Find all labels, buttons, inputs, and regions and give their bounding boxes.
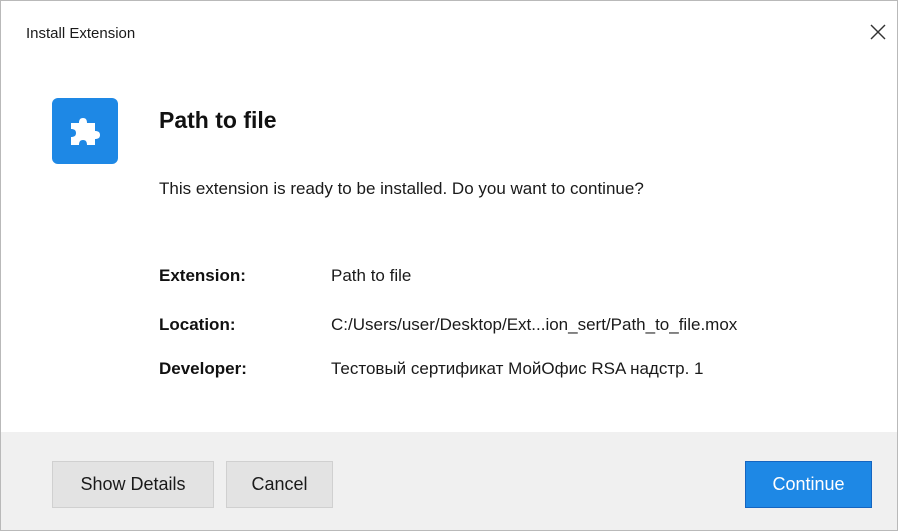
puzzle-piece-icon — [71, 118, 100, 145]
cancel-button[interactable]: Cancel — [226, 461, 333, 508]
developer-label: Developer: — [159, 359, 247, 378]
title-bar: Install Extension — [1, 1, 897, 63]
location-value: C:/Users/user/Desktop/Ext...ion_sert/Pat… — [331, 315, 738, 334]
location-label: Location: — [159, 315, 236, 334]
extension-value: Path to file — [331, 266, 412, 285]
extension-name: Path to file — [159, 107, 277, 133]
install-extension-dialog: Install Extension Path to file This exte… — [0, 0, 898, 531]
close-icon — [870, 24, 886, 40]
close-button[interactable] — [863, 17, 893, 47]
developer-value: Тестовый сертификат МойОфис RSA надстр. … — [331, 359, 704, 378]
show-details-button[interactable]: Show Details — [52, 461, 214, 508]
continue-button[interactable]: Continue — [745, 461, 872, 508]
window-title: Install Extension — [26, 25, 136, 42]
extension-label: Extension: — [159, 266, 246, 285]
install-prompt: This extension is ready to be installed.… — [159, 179, 644, 198]
extension-icon — [52, 98, 118, 164]
